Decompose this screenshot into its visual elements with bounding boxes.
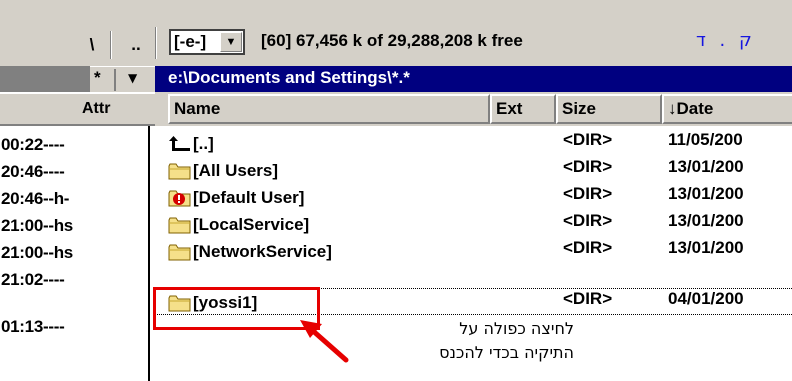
file-name: [LocalService]	[193, 214, 310, 234]
date-column-header[interactable]: ↓Date	[662, 94, 792, 124]
file-date: 13/01/200	[668, 238, 744, 257]
toolbar-divider	[110, 31, 112, 59]
file-size: <DIR>	[563, 211, 613, 230]
file-row[interactable]: [All Users] <DIR> 13/01/200	[155, 157, 792, 184]
left-row[interactable]: 01:13----	[1, 313, 65, 340]
annotation-line: התיקיה בכדי להכנס	[439, 343, 574, 362]
up-arrow-icon	[168, 135, 192, 153]
folder-icon	[168, 162, 192, 180]
file-row[interactable]: [Default User] <DIR> 13/01/200	[155, 184, 792, 211]
file-row[interactable]: [LocalService] <DIR> 13/01/200	[155, 211, 792, 238]
file-manager-window: \ .. * ▼ Attr 00:22---- 20:46---- 20:46-…	[0, 0, 792, 381]
left-path-bar: * ▼	[0, 66, 155, 92]
attr-column-header[interactable]: Attr	[82, 100, 110, 118]
file-name: [All Users]	[193, 160, 279, 180]
current-path: e:\Documents and Settings\*.*	[168, 68, 410, 87]
file-row[interactable]: [NetworkService] <DIR> 13/01/200	[155, 238, 792, 265]
path-divider	[114, 69, 116, 91]
drive-toolbar: [-e-] ▼ [60] 67,456 k of 29,288,208 k fr…	[155, 0, 792, 66]
toolbar-divider	[155, 27, 157, 59]
root-dir-button[interactable]: \	[80, 33, 104, 59]
annotation-line: לחיצה כפולה על	[459, 319, 574, 338]
left-toolbar: \ ..	[0, 0, 155, 92]
file-size: <DIR>	[563, 157, 613, 176]
left-row[interactable]: 20:46--h-	[1, 185, 69, 212]
ext-column-header[interactable]: Ext	[490, 94, 556, 124]
left-row[interactable]: 21:00--hs	[1, 212, 73, 239]
chevron-down-icon[interactable]: ▼	[220, 32, 242, 52]
file-size: <DIR>	[563, 130, 613, 149]
file-date: 11/05/200	[668, 130, 743, 149]
left-row[interactable]: 21:00--hs	[1, 239, 73, 266]
parent-dir-button[interactable]: ..	[124, 33, 148, 59]
left-column-header: Attr	[0, 92, 155, 126]
file-size: <DIR>	[563, 238, 613, 257]
hebrew-hotkeys[interactable]: ק . ד	[696, 30, 756, 51]
file-name: [..]	[193, 133, 214, 153]
file-row[interactable]: [..] <DIR> 11/05/200	[155, 130, 792, 157]
folder-warning-icon	[168, 189, 192, 207]
filter-star[interactable]: *	[94, 68, 101, 88]
column-header: Name Ext Size ↓Date	[155, 92, 792, 126]
left-path-controls: * ▼	[90, 66, 155, 92]
file-size: <DIR>	[563, 184, 613, 203]
file-date: 13/01/200	[668, 157, 744, 176]
drive-select[interactable]: [-e-] ▼	[169, 29, 245, 55]
file-date: 13/01/200	[668, 184, 744, 203]
folder-icon	[168, 216, 192, 234]
size-column-header[interactable]: Size	[556, 94, 662, 124]
file-size: <DIR>	[563, 289, 613, 308]
file-date: 04/01/200	[668, 289, 744, 308]
sort-arrow-icon[interactable]: ▼	[128, 71, 137, 85]
file-date: 13/01/200	[668, 211, 744, 230]
left-row[interactable]: 20:46----	[1, 158, 65, 185]
path-bar[interactable]: e:\Documents and Settings\*.*	[155, 66, 792, 92]
file-name: [Default User]	[193, 187, 305, 207]
red-arrow-icon	[300, 320, 349, 363]
panel-separator	[148, 126, 150, 381]
left-row[interactable]: 21:02----	[1, 266, 65, 293]
hebrew-annotation: לחיצה כפולה על התיקיה בכדי להכנס	[356, 317, 574, 365]
folder-icon	[168, 243, 192, 261]
file-name: [NetworkService]	[193, 241, 332, 261]
free-space-label: [60] 67,456 k of 29,288,208 k free	[261, 31, 523, 50]
left-row[interactable]: 00:22----	[1, 131, 65, 158]
name-column-header[interactable]: Name	[168, 94, 490, 124]
drive-value: [-e-]	[174, 32, 207, 51]
left-panel: \ .. * ▼ Attr 00:22---- 20:46---- 20:46-…	[0, 0, 155, 381]
